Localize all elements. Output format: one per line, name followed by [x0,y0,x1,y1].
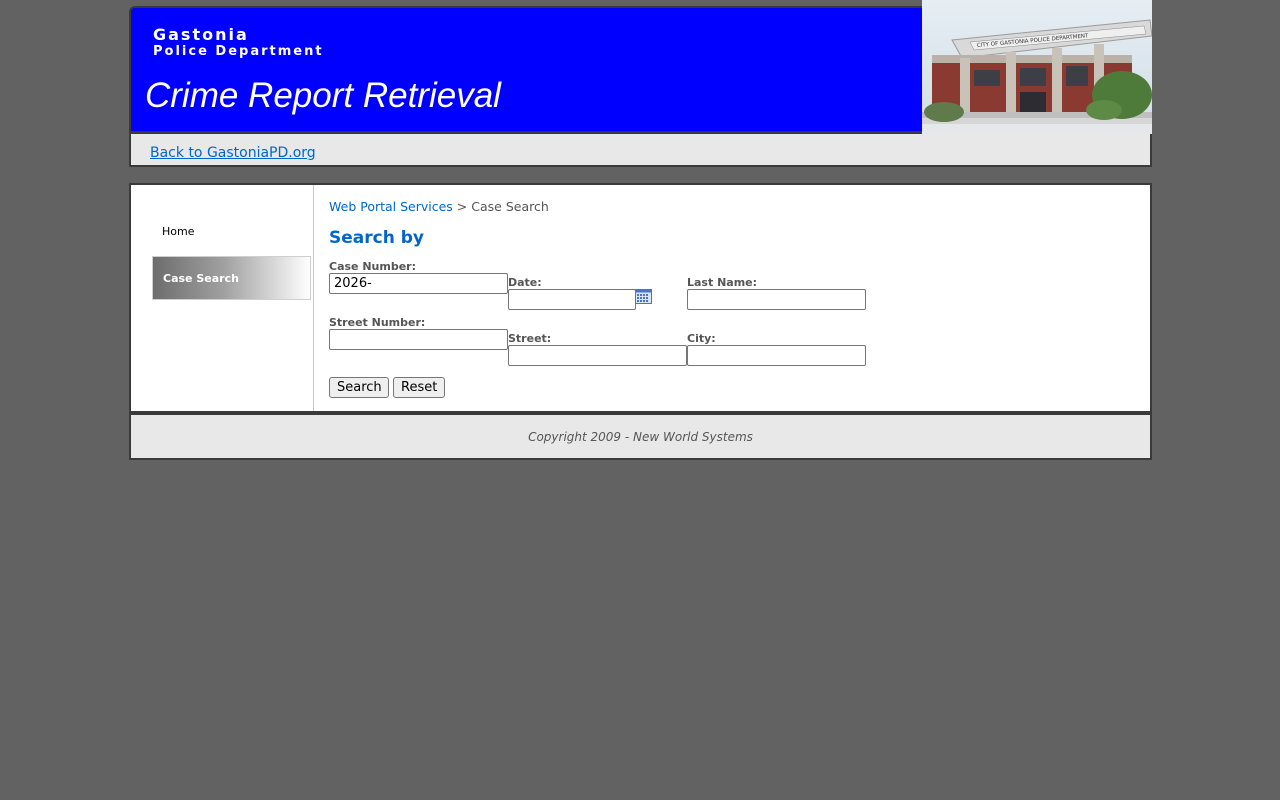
street-input[interactable] [508,345,687,366]
app-title: Crime Report Retrieval [145,76,501,115]
case-number-label: Case Number: [329,260,416,273]
search-heading: Search by [329,228,424,248]
content-panel: Home Case Search Web Portal Services > C… [129,183,1152,415]
breadcrumb-separator: > [452,199,472,214]
last-name-input[interactable] [687,289,866,310]
case-number-input[interactable] [329,273,508,294]
last-name-label: Last Name: [687,276,758,289]
header-banner: Gastonia Police Department Crime Report … [129,6,922,134]
breadcrumb-current: Case Search [471,199,549,214]
sidebar-item-case-search[interactable]: Case Search [152,256,311,300]
breadcrumb-link-portal[interactable]: Web Portal Services [329,199,453,214]
search-form-area: Web Portal Services > Case Search Search… [329,185,1150,411]
date-input[interactable] [508,289,636,310]
sidebar-item-home[interactable]: Home [152,210,311,254]
org-name: Gastonia [153,25,249,44]
sidebar: Home Case Search [131,185,314,411]
city-label: City: [687,332,716,345]
breadcrumb: Web Portal Services > Case Search [329,199,549,214]
calendar-icon[interactable] [635,289,652,304]
police-building-photo: CITY OF GASTONIA POLICE DEPARTMENT [922,0,1152,145]
street-label: Street: [508,332,552,345]
copyright-text: Copyright 2009 - New World Systems [528,430,753,444]
sub-navigation-bar: Back to GastoniaPD.org [129,134,1152,167]
date-label: Date: [508,276,542,289]
back-to-site-link[interactable]: Back to GastoniaPD.org [150,145,316,161]
street-number-label: Street Number: [329,316,426,329]
department-name: Police Department [153,44,324,59]
reset-button[interactable]: Reset [393,377,445,398]
search-button[interactable]: Search [329,377,389,398]
city-input[interactable] [687,345,866,366]
footer: Copyright 2009 - New World Systems [129,415,1152,460]
street-number-input[interactable] [329,329,508,350]
